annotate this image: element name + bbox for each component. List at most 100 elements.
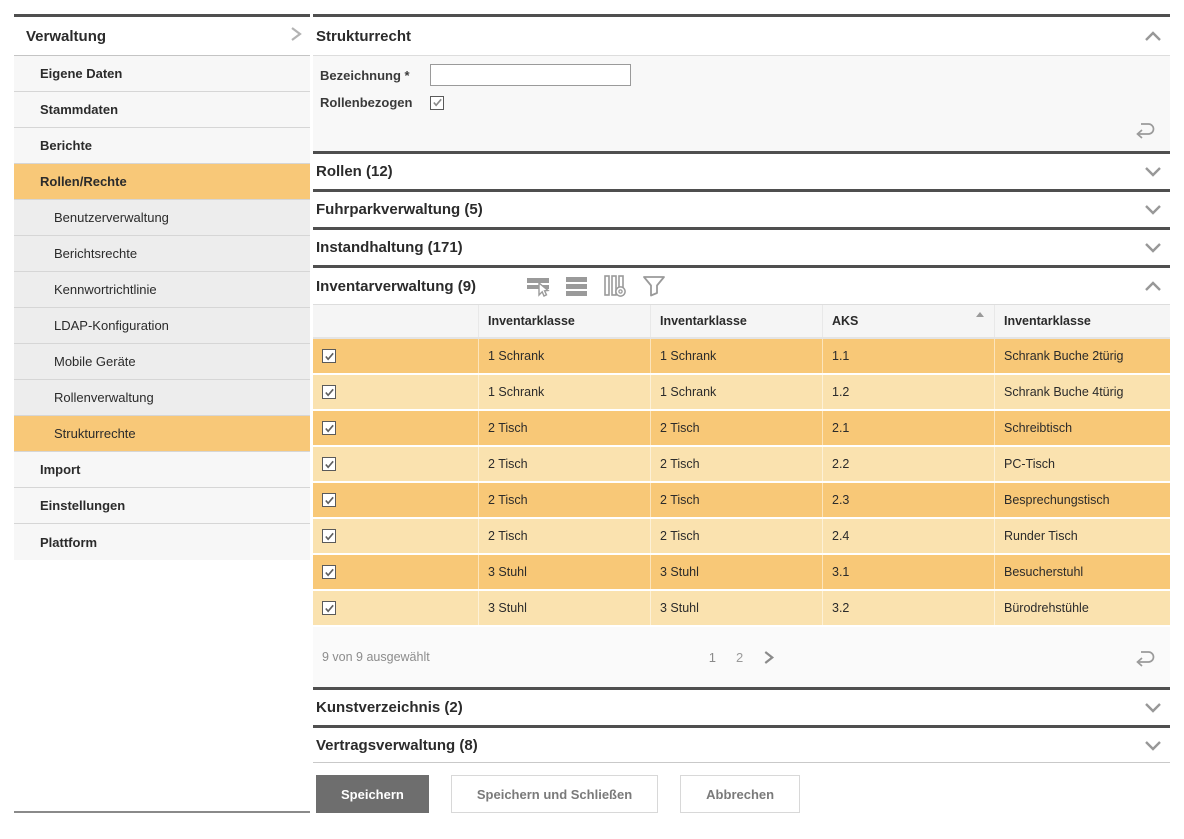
- sidebar-item-label: Kennwortrichtlinie: [54, 282, 157, 297]
- sidebar-item-label: Benutzerverwaltung: [54, 210, 169, 225]
- cell: 3 Stuhl: [479, 591, 651, 625]
- cell: Schreibtisch: [995, 411, 1170, 445]
- table-toolbar: [526, 274, 667, 298]
- row-checkbox[interactable]: [322, 421, 336, 435]
- section-header-inventarverwaltung[interactable]: Inventarverwaltung (9): [313, 265, 1170, 304]
- sidebar-item-label: Strukturrechte: [54, 426, 136, 441]
- sidebar-item-stammdaten[interactable]: Stammdaten: [14, 92, 310, 128]
- cell: 2 Tisch: [479, 519, 651, 553]
- column-header-label: Inventarklasse: [1004, 314, 1091, 328]
- column-settings-icon[interactable]: [602, 274, 628, 298]
- sidebar-item-label: Einstellungen: [40, 498, 125, 513]
- table-row[interactable]: 1 Schrank 1 Schrank 1.1 Schrank Buche 2t…: [313, 339, 1170, 373]
- cell: 2.2: [823, 447, 995, 481]
- table-row[interactable]: 2 Tisch 2 Tisch 2.1 Schreibtisch: [313, 411, 1170, 445]
- sidebar-item-mobile-geraete[interactable]: Mobile Geräte: [14, 344, 310, 380]
- row-checkbox[interactable]: [322, 601, 336, 615]
- cell: 2 Tisch: [651, 411, 823, 445]
- chevron-down-icon[interactable]: [1142, 202, 1164, 217]
- save-button[interactable]: Speichern: [316, 775, 429, 813]
- sidebar-item-benutzerverwaltung[interactable]: Benutzerverwaltung: [14, 200, 310, 236]
- cell: 2.4: [823, 519, 995, 553]
- row-checkbox[interactable]: [322, 457, 336, 471]
- cell: 2.3: [823, 483, 995, 517]
- list-rows-icon[interactable]: [565, 274, 589, 298]
- undo-icon[interactable]: [1132, 646, 1158, 673]
- row-checkbox[interactable]: [322, 349, 336, 363]
- chevron-down-icon[interactable]: [1142, 738, 1164, 753]
- column-header[interactable]: Inventarklasse: [995, 305, 1170, 337]
- sidebar-item-kennwortrichtlinie[interactable]: Kennwortrichtlinie: [14, 272, 310, 308]
- sidebar-item-ldap-konfiguration[interactable]: LDAP-Konfiguration: [14, 308, 310, 344]
- section-header-vertragsverwaltung[interactable]: Vertragsverwaltung (8): [313, 725, 1170, 763]
- table-row[interactable]: 2 Tisch 2 Tisch 2.4 Runder Tisch: [313, 519, 1170, 553]
- sidebar-item-rollenverwaltung[interactable]: Rollenverwaltung: [14, 380, 310, 416]
- save-and-close-button[interactable]: Speichern und Schließen: [451, 775, 658, 813]
- column-header[interactable]: Inventarklasse: [479, 305, 651, 337]
- cell: Besprechungstisch: [995, 483, 1170, 517]
- sidebar-item-plattform[interactable]: Plattform: [14, 524, 310, 560]
- sidebar-item-label: Eigene Daten: [40, 66, 122, 81]
- header-checkbox-cell: [313, 305, 479, 337]
- row-checkbox[interactable]: [322, 565, 336, 579]
- section-header-rollen[interactable]: Rollen (12): [313, 151, 1170, 189]
- cell: 2 Tisch: [479, 411, 651, 445]
- section-header-fuhrparkverwaltung[interactable]: Fuhrparkverwaltung (5): [313, 189, 1170, 227]
- sidebar-item-rollen-rechte[interactable]: Rollen/Rechte: [14, 164, 310, 200]
- bezeichnung-input[interactable]: [430, 64, 631, 86]
- chevron-up-icon[interactable]: [1142, 279, 1164, 294]
- page-2-button[interactable]: 2: [736, 650, 743, 665]
- chevron-down-icon[interactable]: [1142, 240, 1164, 255]
- table-row[interactable]: 3 Stuhl 3 Stuhl 3.1 Besucherstuhl: [313, 555, 1170, 589]
- table-row[interactable]: 2 Tisch 2 Tisch 2.2 PC-Tisch: [313, 447, 1170, 481]
- cell: 2 Tisch: [651, 447, 823, 481]
- sidebar-item-strukturrechte[interactable]: Strukturrechte: [14, 416, 310, 452]
- section-header-strukturrecht[interactable]: Strukturrecht: [313, 17, 1170, 55]
- column-header-aks[interactable]: AKS: [823, 305, 995, 337]
- sidebar-item-label: Stammdaten: [40, 102, 118, 117]
- undo-icon[interactable]: [1132, 118, 1158, 145]
- page-title: Strukturrecht: [316, 28, 411, 45]
- rollenbezogen-checkbox[interactable]: [430, 96, 444, 110]
- action-button-bar: Speichern Speichern und Schließen Abbrec…: [313, 763, 1170, 813]
- sidebar-header-verwaltung[interactable]: Verwaltung: [14, 17, 310, 56]
- next-page-icon[interactable]: [763, 650, 774, 665]
- section-header-instandhaltung[interactable]: Instandhaltung (171): [313, 227, 1170, 265]
- table-row[interactable]: 3 Stuhl 3 Stuhl 3.2 Bürodrehstühle: [313, 591, 1170, 625]
- filter-funnel-icon[interactable]: [641, 274, 667, 298]
- table-body: 1 Schrank 1 Schrank 1.1 Schrank Buche 2t…: [313, 339, 1170, 625]
- sidebar-item-einstellungen[interactable]: Einstellungen: [14, 488, 310, 524]
- sidebar-item-label: Berichtsrechte: [54, 246, 137, 261]
- row-checkbox[interactable]: [322, 529, 336, 543]
- sidebar-item-berichtsrechte[interactable]: Berichtsrechte: [14, 236, 310, 272]
- sidebar-item-label: Rollen/Rechte: [40, 174, 127, 189]
- table-footer: 9 von 9 ausgewählt 1 2: [313, 627, 1170, 687]
- sidebar-item-label: Berichte: [40, 138, 92, 153]
- cell: Bürodrehstühle: [995, 591, 1170, 625]
- chevron-down-icon[interactable]: [1142, 700, 1164, 715]
- sidebar-item-label: Plattform: [40, 535, 97, 550]
- main-content: Strukturrecht Bezeichnung * Rollenbezoge…: [313, 14, 1170, 813]
- cell: 2 Tisch: [479, 483, 651, 517]
- column-header[interactable]: Inventarklasse: [651, 305, 823, 337]
- cell: 3.1: [823, 555, 995, 589]
- sidebar-item-import[interactable]: Import: [14, 452, 310, 488]
- select-rows-icon[interactable]: [526, 274, 552, 298]
- cell: 3 Stuhl: [479, 555, 651, 589]
- sidebar-item-berichte[interactable]: Berichte: [14, 128, 310, 164]
- row-checkbox[interactable]: [322, 493, 336, 507]
- table-row[interactable]: 1 Schrank 1 Schrank 1.2 Schrank Buche 4t…: [313, 375, 1170, 409]
- cell: 2 Tisch: [651, 519, 823, 553]
- sidebar-item-eigene-daten[interactable]: Eigene Daten: [14, 56, 310, 92]
- page-1-button[interactable]: 1: [709, 650, 716, 665]
- rollenbezogen-label: Rollenbezogen: [320, 95, 430, 110]
- chevron-up-icon[interactable]: [1142, 29, 1164, 44]
- chevron-down-icon[interactable]: [1142, 164, 1164, 179]
- cancel-button[interactable]: Abbrechen: [680, 775, 800, 813]
- cell: 1 Schrank: [479, 375, 651, 409]
- row-checkbox[interactable]: [322, 385, 336, 399]
- section-header-kunstverzeichnis[interactable]: Kunstverzeichnis (2): [313, 687, 1170, 725]
- table-row[interactable]: 2 Tisch 2 Tisch 2.3 Besprechungstisch: [313, 483, 1170, 517]
- section-title: Kunstverzeichnis (2): [316, 699, 463, 716]
- cell: Runder Tisch: [995, 519, 1170, 553]
